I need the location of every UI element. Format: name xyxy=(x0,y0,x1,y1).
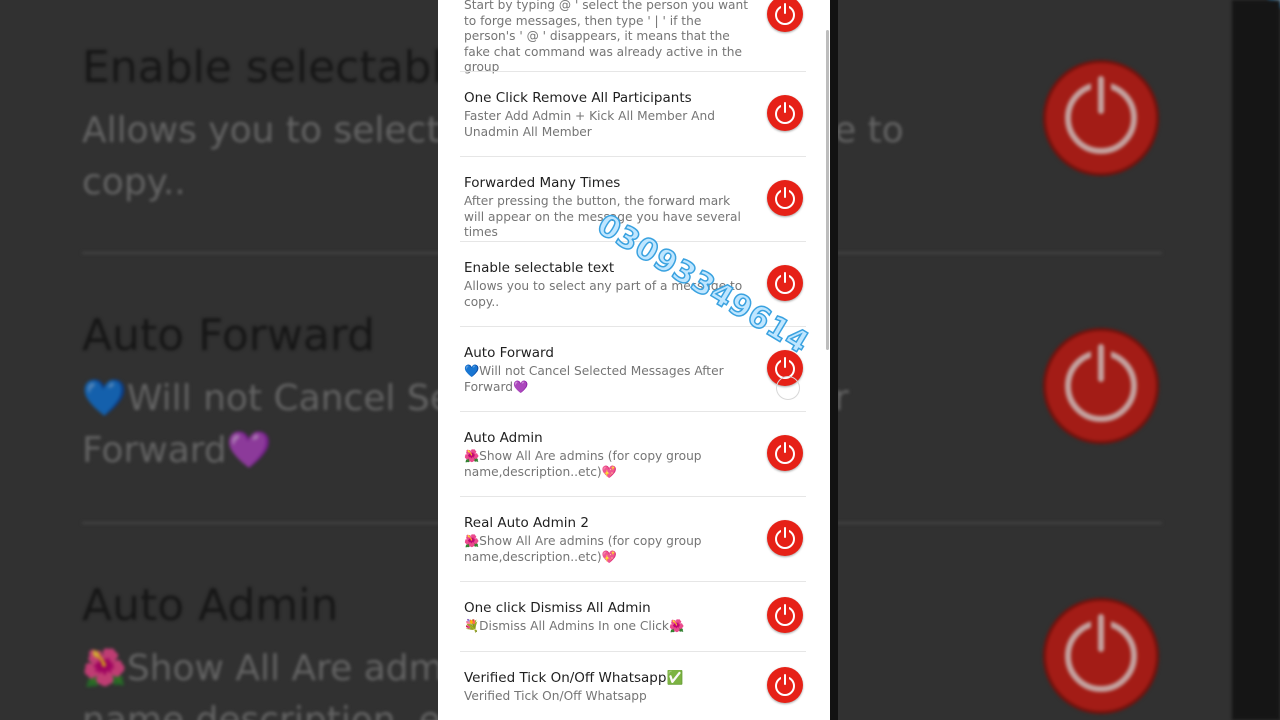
item-title: Verified Tick On/Off Whatsapp✅ xyxy=(464,670,684,686)
item-title: Auto Forward xyxy=(464,345,554,361)
power-toggle-icon[interactable] xyxy=(767,95,803,131)
background-blur-right: Enable selectable text Allows you to sel… xyxy=(838,0,1280,720)
bg-shade xyxy=(838,0,1280,720)
power-toggle-icon[interactable] xyxy=(767,520,803,556)
power-toggle-icon[interactable] xyxy=(767,265,803,301)
power-toggle-icon[interactable] xyxy=(767,435,803,471)
settings-list: Start by typing @ ' select the person yo… xyxy=(438,0,830,720)
divider xyxy=(460,651,806,652)
divider xyxy=(460,71,806,72)
divider xyxy=(460,156,806,157)
item-desc: 🌺Show All Are admins (for copy group nam… xyxy=(464,449,702,479)
item-desc: 💐Dismiss All Admins In one Click🌺 xyxy=(464,619,685,633)
item-desc: Verified Tick On/Off Whatsapp xyxy=(464,689,647,703)
item-desc: 💙Will not Cancel Selected Messages After… xyxy=(464,364,724,394)
item-desc: Faster Add Admin + Kick All Member And U… xyxy=(464,109,715,139)
background-blur-left: Enable selectable text Allows you to sel… xyxy=(0,0,438,720)
item-title: One Click Remove All Participants xyxy=(464,90,692,106)
bg-shade xyxy=(0,0,438,720)
power-toggle-icon[interactable] xyxy=(767,667,803,703)
divider xyxy=(460,581,806,582)
power-toggle-icon[interactable] xyxy=(767,180,803,216)
item-title: Real Auto Admin 2 xyxy=(464,515,589,531)
item-title: Enable selectable text xyxy=(464,260,615,276)
divider xyxy=(460,496,806,497)
item-title: Forwarded Many Times xyxy=(464,175,621,191)
item-desc: Start by typing @ ' select the person yo… xyxy=(464,0,749,74)
touch-indicator xyxy=(776,376,800,400)
item-desc: 🌺Show All Are admins (for copy group nam… xyxy=(464,534,702,564)
phone-edge xyxy=(830,0,838,720)
divider xyxy=(460,411,806,412)
power-toggle-icon[interactable] xyxy=(767,597,803,633)
item-title: Auto Admin xyxy=(464,430,543,446)
item-title: One click Dismiss All Admin xyxy=(464,600,651,616)
scrollbar[interactable] xyxy=(826,30,829,350)
